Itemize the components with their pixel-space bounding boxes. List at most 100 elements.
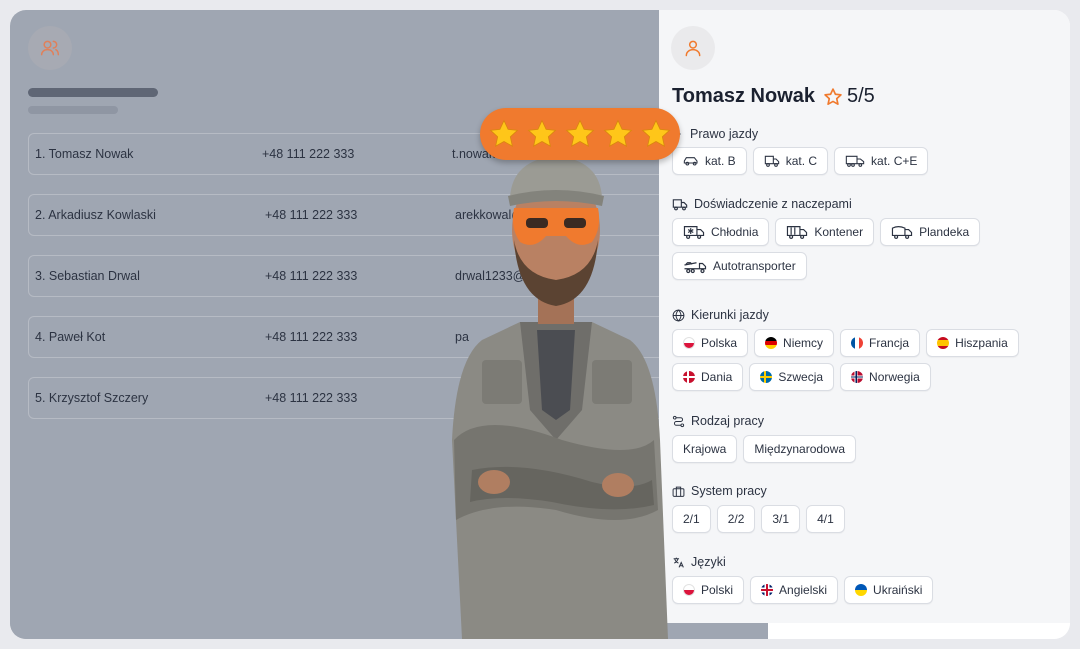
star-icon bbox=[527, 119, 557, 148]
france-flag-icon bbox=[851, 337, 864, 349]
app-frame: 1. Tomasz Nowak +48 111 222 333 t.nowak … bbox=[10, 10, 1070, 639]
chip-label: Plandeka bbox=[919, 225, 970, 239]
chip-niemcy[interactable]: Niemcy bbox=[754, 329, 835, 357]
chip-francja[interactable]: Francja bbox=[840, 329, 921, 357]
chip-label: kat. B bbox=[705, 154, 736, 168]
chip-label: Ukraiński bbox=[873, 583, 923, 597]
users-icon bbox=[28, 26, 72, 70]
chip-kat-c[interactable]: kat. C bbox=[752, 147, 829, 175]
star-icon bbox=[641, 119, 671, 148]
translate-icon bbox=[673, 557, 684, 568]
section-schedule: System pracy bbox=[672, 484, 767, 498]
refrigerated-truck-icon bbox=[683, 225, 705, 239]
chip-norwegia[interactable]: Norwegia bbox=[840, 363, 931, 391]
chip-label: Polski bbox=[701, 583, 734, 597]
norway-flag-icon bbox=[851, 371, 864, 383]
tarp-truck-icon bbox=[891, 225, 913, 239]
denmark-flag-icon bbox=[683, 371, 695, 383]
license-chips: kat. B kat. C kat. C+E bbox=[672, 147, 1052, 175]
chip-chlodnia[interactable]: Chłodnia bbox=[672, 218, 770, 246]
row-phone: +48 111 222 333 bbox=[265, 330, 358, 344]
section-trailers: Doświadczenie z naczepami bbox=[672, 197, 852, 211]
chip-krajowa[interactable]: Krajowa bbox=[672, 435, 738, 463]
worktype-chips: Krajowa Międzynarodowa bbox=[672, 435, 1052, 463]
direction-chips: Polska Niemcy Francja Hiszpania Dania Sz… bbox=[672, 329, 1052, 391]
chip-label: Szwecja bbox=[778, 370, 824, 384]
spain-flag-icon bbox=[937, 337, 950, 349]
chip-label: Międzynarodowa bbox=[754, 442, 846, 456]
language-chips: Polski Angielski Ukraiński bbox=[672, 576, 1052, 604]
chip-label: kat. C bbox=[785, 154, 818, 168]
row-phone: +48 111 222 333 bbox=[265, 269, 358, 283]
semi-truck-icon bbox=[845, 155, 865, 167]
poland-flag-icon bbox=[683, 337, 695, 349]
section-title: Rodzaj pracy bbox=[691, 414, 764, 428]
section-worktype: Rodzaj pracy bbox=[672, 414, 764, 428]
five-star-badge bbox=[480, 108, 680, 160]
chip-2-2[interactable]: 2/2 bbox=[716, 505, 756, 533]
chip-label: Polska bbox=[701, 336, 738, 350]
profile-name: Tomasz Nowak bbox=[672, 85, 815, 107]
star-icon bbox=[565, 119, 595, 148]
chip-label: Dania bbox=[701, 370, 733, 384]
chip-2-1[interactable]: 2/1 bbox=[672, 505, 711, 533]
chip-label: Niemcy bbox=[783, 336, 824, 350]
chip-label: 3/1 bbox=[772, 512, 790, 526]
row-name: 4. Paweł Kot bbox=[35, 330, 106, 344]
truck-icon bbox=[672, 198, 688, 210]
chip-autotransporter[interactable]: Autotransporter bbox=[672, 252, 807, 280]
row-name: 3. Sebastian Drwal bbox=[35, 269, 140, 283]
chip-label: Autotransporter bbox=[713, 259, 796, 273]
section-license: Prawo jazdy bbox=[672, 127, 758, 141]
germany-flag-icon bbox=[765, 337, 778, 349]
skeleton-subtitle bbox=[28, 106, 118, 114]
chip-hiszpania[interactable]: Hiszpania bbox=[926, 329, 1019, 357]
ukraine-flag-icon bbox=[855, 584, 868, 596]
driver-photo bbox=[452, 156, 668, 639]
chip-kat-ce[interactable]: kat. C+E bbox=[834, 147, 929, 175]
star-outline-icon bbox=[824, 87, 842, 105]
chip-miedzynarodowa[interactable]: Międzynarodowa bbox=[743, 435, 857, 463]
poland-flag-icon bbox=[683, 584, 695, 596]
row-phone: +48 111 222 333 bbox=[262, 147, 355, 161]
chip-plandeka[interactable]: Plandeka bbox=[880, 218, 981, 246]
user-icon bbox=[671, 26, 715, 70]
chip-szwecja[interactable]: Szwecja bbox=[749, 363, 835, 391]
briefcase-icon bbox=[672, 486, 685, 497]
row-phone: +48 111 222 333 bbox=[265, 391, 358, 405]
row-name: 2. Arkadiusz Kowlaski bbox=[35, 208, 156, 222]
section-title: Kierunki jazdy bbox=[691, 308, 769, 322]
row-name: 1. Tomasz Nowak bbox=[35, 147, 134, 161]
chip-kat-b[interactable]: kat. B bbox=[672, 147, 747, 175]
chip-label: 4/1 bbox=[817, 512, 834, 526]
car-icon bbox=[683, 157, 698, 166]
chip-label: Hiszpania bbox=[955, 336, 1008, 350]
chip-label: Chłodnia bbox=[711, 225, 759, 239]
chip-4-1[interactable]: 4/1 bbox=[806, 505, 845, 533]
star-icon bbox=[489, 119, 519, 148]
profile-rating: 5/5 bbox=[823, 85, 875, 108]
chip-polski[interactable]: Polski bbox=[672, 576, 745, 604]
section-directions: Kierunki jazdy bbox=[672, 308, 769, 322]
section-title: Prawo jazdy bbox=[690, 127, 759, 141]
row-phone: +48 111 222 333 bbox=[265, 208, 358, 222]
row-name: 5. Krzysztof Szczery bbox=[35, 391, 149, 405]
globe-icon bbox=[672, 308, 685, 322]
section-title: System pracy bbox=[691, 484, 767, 498]
trailer-chips: Chłodnia Kontener Plandeka Autotransport… bbox=[672, 218, 1052, 280]
uk-flag-icon bbox=[761, 584, 774, 596]
chip-label: Krajowa bbox=[683, 442, 727, 456]
chip-label: 2/2 bbox=[727, 512, 745, 526]
chip-kontener[interactable]: Kontener bbox=[775, 218, 875, 246]
chip-polska[interactable]: Polska bbox=[672, 329, 749, 357]
chip-3-1[interactable]: 3/1 bbox=[761, 505, 801, 533]
schedule-chips: 2/1 2/2 3/1 4/1 bbox=[672, 505, 1052, 533]
profile-header: Tomasz Nowak 5/5 bbox=[672, 85, 875, 108]
driver-profile-panel: Tomasz Nowak 5/5 Prawo jazdy kat. B kat.… bbox=[659, 10, 1070, 639]
car-transporter-icon bbox=[684, 261, 707, 273]
chip-angielski[interactable]: Angielski bbox=[750, 576, 839, 604]
chip-dania[interactable]: Dania bbox=[672, 363, 744, 391]
route-icon bbox=[672, 415, 685, 427]
chip-ukrainski[interactable]: Ukraiński bbox=[844, 576, 934, 604]
truck-icon bbox=[764, 155, 779, 167]
